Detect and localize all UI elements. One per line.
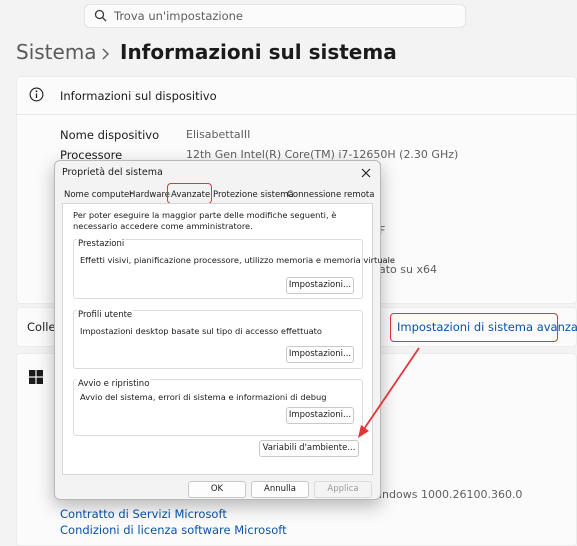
spec-value-device-name: ElisabettaIII bbox=[186, 128, 251, 141]
microsoft-services-agreement-link[interactable]: Contratto di Servizi Microsoft bbox=[60, 507, 227, 521]
search-input[interactable]: Trova un'impostazione bbox=[114, 9, 243, 23]
startup-recovery-settings-button[interactable]: Impostazioni... bbox=[286, 407, 354, 424]
device-info-header: Informazioni sul dispositivo bbox=[60, 89, 217, 103]
group-title-user-profiles: Profili utente bbox=[77, 310, 134, 320]
highlight-box bbox=[390, 313, 558, 342]
tab-system-protection[interactable]: Protezione sistema bbox=[213, 190, 294, 200]
cancel-button[interactable]: Annulla bbox=[251, 481, 309, 498]
user-profiles-group: Profili utente Impostazioni desktop basa… bbox=[73, 310, 363, 369]
performance-group: Prestazioni Effetti visivi, pianificazio… bbox=[73, 239, 395, 299]
close-icon[interactable] bbox=[361, 168, 371, 178]
apply-button[interactable]: Applica bbox=[314, 481, 372, 498]
group-title-performance: Prestazioni bbox=[77, 239, 126, 249]
environment-variables-button[interactable]: Variabili d'ambiente... bbox=[259, 440, 359, 457]
group-desc-user-profiles: Impostazioni desktop basate sul tipo di … bbox=[80, 326, 322, 336]
group-desc-performance: Effetti visivi, pianificazione processor… bbox=[80, 255, 396, 265]
tab-remote-connection[interactable]: Connessione remota bbox=[287, 190, 374, 200]
performance-settings-button[interactable]: Impostazioni... bbox=[286, 277, 354, 294]
ok-button[interactable]: OK bbox=[188, 481, 246, 498]
tab-hardware[interactable]: Hardware bbox=[129, 190, 170, 200]
advanced-tab-panel: Per poter eseguire la maggior parte dell… bbox=[62, 203, 395, 475]
search-icon bbox=[94, 9, 107, 22]
divider bbox=[16, 114, 577, 115]
highlight-box bbox=[167, 183, 212, 204]
search-box[interactable]: Trova un'impostazione bbox=[84, 4, 466, 28]
system-properties-dialog: Proprietà del sistema Nome computer Hard… bbox=[54, 160, 395, 500]
windows-version-partial: indows 1000.26100.360.0 bbox=[379, 488, 523, 501]
tab-computer-name[interactable]: Nome computer bbox=[64, 190, 133, 200]
microsoft-license-terms-link[interactable]: Condizioni di licenza software Microsoft bbox=[60, 523, 287, 537]
dialog-title: Proprietà del sistema bbox=[62, 167, 163, 178]
chevron-right-icon bbox=[102, 48, 109, 60]
group-desc-startup-recovery: Avvio del sistema, errori di sistema e i… bbox=[80, 392, 327, 402]
group-title-startup-recovery: Avvio e ripristino bbox=[77, 379, 151, 389]
admin-notice: Per poter eseguire la maggior parte dell… bbox=[73, 210, 337, 231]
startup-recovery-group: Avvio e ripristino Avvio del sistema, er… bbox=[73, 379, 363, 436]
spec-label-device-name: Nome dispositivo bbox=[60, 128, 160, 142]
info-icon bbox=[29, 87, 44, 102]
user-profiles-settings-button[interactable]: Impostazioni... bbox=[286, 346, 354, 363]
breadcrumb-root[interactable]: Sistema bbox=[16, 40, 97, 64]
page-title: Informazioni sul sistema bbox=[120, 40, 397, 64]
breadcrumb: Sistema Informazioni sul sistema bbox=[16, 40, 397, 64]
windows-logo-icon bbox=[29, 370, 43, 384]
dialog-tabs: Nome computer Hardware Avanzate Protezio… bbox=[61, 188, 374, 204]
